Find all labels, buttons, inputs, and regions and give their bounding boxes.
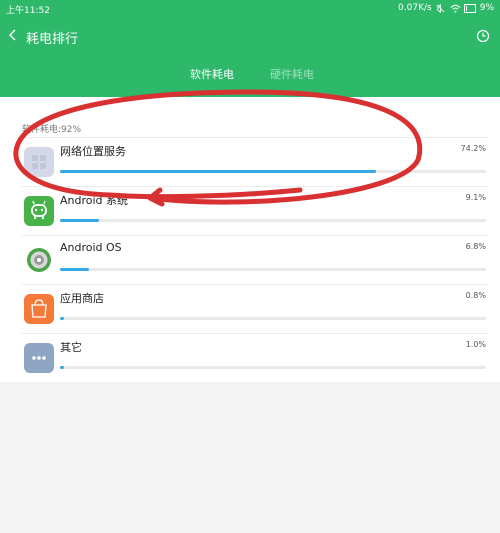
more-icon [24, 343, 54, 373]
app-name: Android OS [60, 241, 122, 254]
usage-bar [60, 268, 486, 271]
usage-bar-fill [60, 170, 377, 173]
list-item[interactable]: Android OS 6.8% [22, 235, 488, 284]
software-power-summary: 软件耗电:92% [22, 125, 82, 135]
app-list-card: 软件耗电:92% 网络位置服务 74.2% Android 系统 9.1% An… [0, 97, 500, 382]
usage-bar-fill [60, 366, 65, 369]
usage-bar-fill [60, 219, 99, 222]
list-item[interactable]: Android 系统 9.1% [22, 186, 488, 235]
content-area: 软件耗电:92% 网络位置服务 74.2% Android 系统 9.1% An… [0, 97, 500, 533]
page-title: 耗电排行 [26, 32, 79, 47]
tab-hardware-power[interactable]: 硬件耗电 [270, 66, 314, 82]
app-name: 应用商店 [60, 292, 104, 305]
android-icon [24, 196, 54, 226]
app-name: 网络位置服务 [60, 145, 126, 158]
battery-percent: 9% [479, 3, 494, 13]
app-percent: 6.8% [465, 242, 486, 251]
clock-icon[interactable] [476, 28, 490, 43]
usage-bar [60, 366, 486, 369]
usage-bar-fill [60, 268, 89, 271]
list-item[interactable]: 其它 1.0% [22, 333, 488, 382]
tab-bar: 软件耗电 硬件耗电 [0, 66, 500, 88]
usage-bar [60, 170, 486, 173]
app-root: 上午11:52 0.07K/s 9% 耗电排行 软件耗电 硬件耗电 软件耗电:9… [0, 0, 500, 533]
chevron-left-icon[interactable] [6, 27, 20, 43]
list-item[interactable]: 网络位置服务 74.2% [22, 137, 488, 186]
app-store-icon [24, 294, 54, 324]
title-bar: 耗电排行 [0, 24, 500, 50]
location-service-icon [24, 147, 54, 177]
status-time: 上午11:52 [6, 6, 50, 16]
network-speed: 0.07K/s [398, 3, 432, 13]
app-name: Android 系统 [60, 194, 129, 207]
app-percent: 0.8% [465, 291, 486, 300]
app-name: 其它 [60, 341, 82, 354]
status-right: 0.07K/s 9% [398, 3, 494, 13]
list-item[interactable]: 应用商店 0.8% [22, 284, 488, 333]
battery-icon [463, 3, 476, 13]
wifi-icon [450, 4, 461, 13]
usage-bar [60, 317, 486, 320]
app-percent: 74.2% [460, 144, 486, 153]
usage-bar [60, 219, 486, 222]
mute-icon [436, 3, 446, 13]
tab-software-power[interactable]: 软件耗电 [190, 66, 234, 82]
app-percent: 1.0% [465, 340, 486, 349]
app-percent: 9.1% [465, 193, 486, 202]
android-os-icon [24, 245, 54, 275]
usage-bar-fill [60, 317, 65, 320]
status-bar: 上午11:52 0.07K/s 9% [0, 0, 500, 18]
